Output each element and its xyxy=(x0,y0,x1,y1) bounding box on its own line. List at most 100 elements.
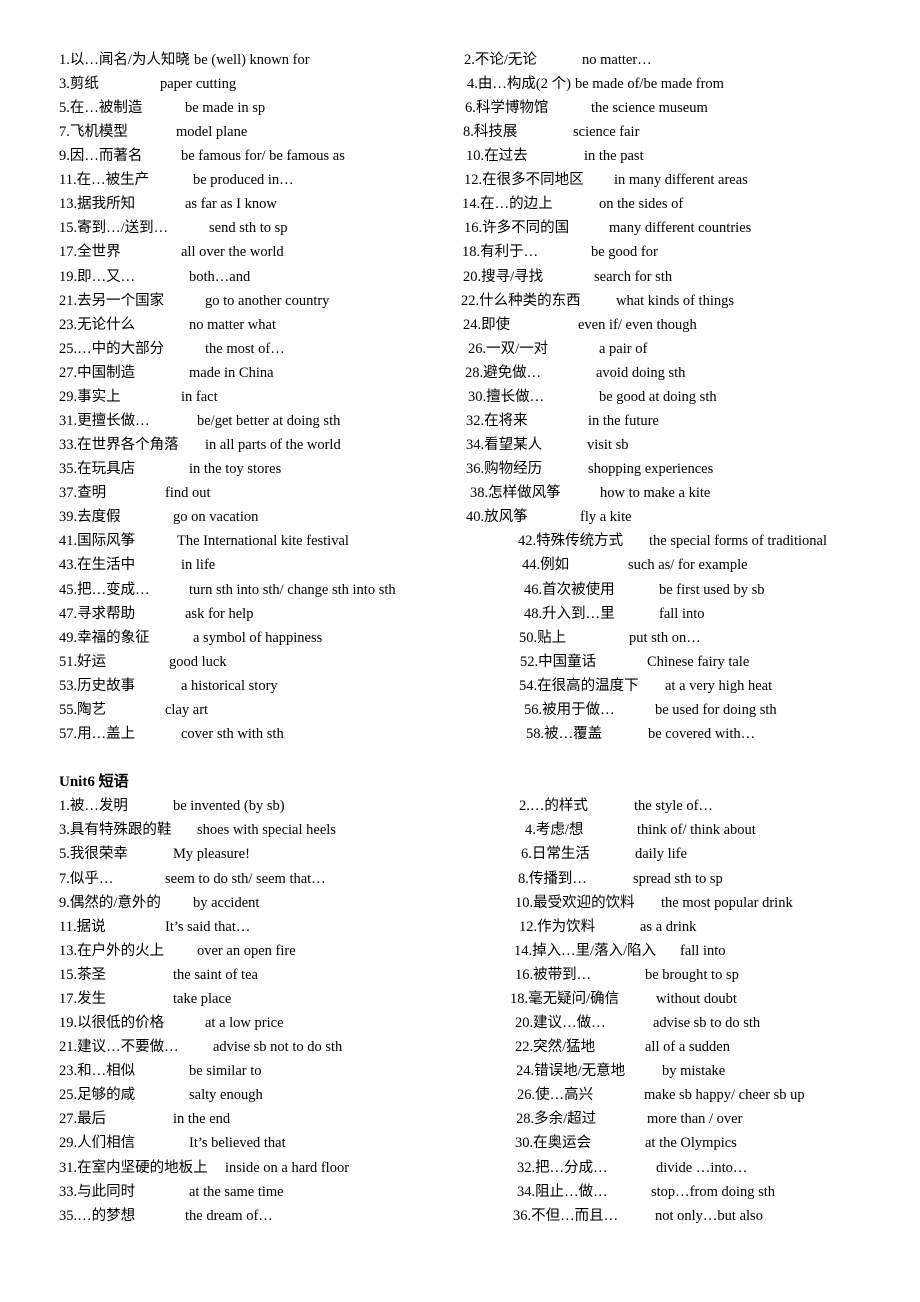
phrase-english: cover sth with sth xyxy=(181,726,284,742)
phrase-english: stop…from doing sth xyxy=(651,1184,776,1200)
phrase-english: find out xyxy=(165,485,211,501)
phrase-english: science fair xyxy=(573,124,640,140)
phrase-english: what kinds of things xyxy=(616,293,735,309)
phrase-english: be good at doing sth xyxy=(599,389,717,405)
phrase-english: fall into xyxy=(659,606,705,622)
phrase-english: be covered with… xyxy=(648,726,756,742)
phrase-chinese: 16.被带到… xyxy=(515,967,592,983)
phrase-chinese: 1.以…闻名/为人知晓 xyxy=(59,52,190,68)
phrase-chinese: 52.中国童话 xyxy=(520,654,597,670)
phrase-english: be first used by sb xyxy=(659,582,765,598)
phrase-english: all over the world xyxy=(181,244,284,260)
phrase-english: be made of/be made from xyxy=(575,76,724,92)
phrase-chinese: 13.在户外的火上 xyxy=(59,943,165,959)
phrase-chinese: 51.好运 xyxy=(59,654,107,670)
phrase-english: at a very high heat xyxy=(665,678,773,694)
phrase-english: turn sth into sth/ change sth into sth xyxy=(189,582,396,598)
phrase-english: at the Olympics xyxy=(645,1135,737,1151)
phrase-english: It’s believed that xyxy=(189,1135,286,1151)
phrase-english: as a drink xyxy=(640,919,697,935)
phrase-chinese: 22.突然/猛地 xyxy=(515,1039,596,1055)
phrase-chinese: 56.被用于做… xyxy=(524,702,615,718)
phrase-chinese: 38.怎样做风筝 xyxy=(470,485,561,501)
phrase-chinese: 12.作为饮料 xyxy=(519,919,596,935)
phrase-english: advise sb not to do sth xyxy=(213,1039,343,1055)
phrase-english: not only…but also xyxy=(655,1208,763,1224)
phrase-english: fly a kite xyxy=(580,509,632,525)
phrase-chinese: 10.在过去 xyxy=(466,148,528,164)
phrase-chinese: 6.科学博物馆 xyxy=(465,100,549,116)
phrase-chinese: 39.去度假 xyxy=(59,509,121,525)
phrase-english: be good for xyxy=(591,244,658,260)
phrase-chinese: 28.多余/超过 xyxy=(516,1111,597,1127)
phrase-english: no matter what xyxy=(189,317,276,333)
phrase-chinese: 8.传播到… xyxy=(518,871,587,887)
phrase-chinese: 20.搜寻/寻找 xyxy=(463,269,544,285)
document-page: 1.以…闻名/为人知晓 be (well) known for 2.不论/无论 no … xyxy=(0,0,920,1302)
phrase-english: think of/ think about xyxy=(637,822,756,838)
phrase-chinese: 9.因…而著名 xyxy=(59,148,143,164)
phrase-chinese: 13.据我所知 xyxy=(59,196,136,212)
phrase-chinese: 11.在…被生产 xyxy=(59,172,150,188)
phrase-chinese: 3.剪纸 xyxy=(59,76,99,92)
phrase-chinese: 40.放风筝 xyxy=(466,509,528,525)
phrase-english: in the end xyxy=(173,1111,231,1127)
phrase-english: at the same time xyxy=(189,1184,284,1200)
phrase-chinese: 49.幸福的象征 xyxy=(59,630,150,646)
phrase-english: clay art xyxy=(165,702,209,718)
phrase-chinese: 25.足够的咸 xyxy=(59,1087,136,1103)
phrase-chinese: 5.我很荣幸 xyxy=(59,846,128,862)
phrase-english: My pleasure! xyxy=(173,846,250,862)
phrase-chinese: 18.有利于… xyxy=(462,244,539,260)
phrase-chinese: 24.即使 xyxy=(463,317,511,333)
phrase-chinese: 44.例如 xyxy=(522,557,570,573)
phrase-chinese: 58.被…覆盖 xyxy=(526,726,603,742)
phrase-english: shoes with special heels xyxy=(197,822,336,838)
phrase-chinese: 37.查明 xyxy=(59,485,107,501)
phrase-chinese: 21.去另一个国家 xyxy=(59,293,165,309)
phrase-chinese: 42.特殊传统方式 xyxy=(518,533,624,549)
phrase-english: as far as I know xyxy=(185,196,277,212)
phrase-chinese: 48.升入到…里 xyxy=(524,606,615,622)
phrase-english: the most of… xyxy=(205,341,285,357)
phrase-chinese: 33.在世界各个角落 xyxy=(59,437,179,453)
phrase-english: all of a sudden xyxy=(645,1039,730,1055)
phrase-english: in the toy stores xyxy=(189,461,282,477)
phrase-english: visit sb xyxy=(587,437,629,453)
phrase-chinese: 17.发生 xyxy=(59,991,107,1007)
phrase-english: daily life xyxy=(635,846,687,862)
phrase-english: in the past xyxy=(584,148,644,164)
phrase-english: no matter… xyxy=(582,52,652,68)
phrase-english: The International kite festival xyxy=(177,533,349,549)
phrase-chinese: 41.国际风筝 xyxy=(59,533,136,549)
phrase-english: many different countries xyxy=(609,220,752,236)
phrase-english: be famous for/ be famous as xyxy=(181,148,345,164)
phrase-chinese: 7.似乎… xyxy=(59,871,114,887)
phrase-chinese: 26.使…高兴 xyxy=(517,1087,594,1103)
phrase-english: be produced in… xyxy=(193,172,294,188)
phrase-english: spread sth to sp xyxy=(633,871,723,887)
phrase-chinese: 6.日常生活 xyxy=(521,846,590,862)
phrase-english: such as/ for example xyxy=(628,557,748,573)
phrase-chinese: 22.什么种类的东西 xyxy=(461,293,581,309)
phrase-chinese: 23.和…相似 xyxy=(59,1063,136,1079)
phrase-chinese: 19.即…又… xyxy=(59,269,136,285)
phrase-english: ask for help xyxy=(185,606,254,622)
phrase-chinese: 54.在很高的温度下 xyxy=(519,678,639,694)
phrase-english: the saint of tea xyxy=(173,967,258,983)
phrase-chinese: 3.具有特殊跟的鞋 xyxy=(59,822,172,838)
phrase-chinese: 17.全世界 xyxy=(59,244,121,260)
phrase-chinese: 45.把…变成… xyxy=(59,582,150,598)
phrase-english: go to another country xyxy=(205,293,330,309)
phrase-chinese: 10.最受欢迎的饮料 xyxy=(515,895,635,911)
phrase-chinese: 34.看望某人 xyxy=(466,437,543,453)
phrase-english: the dream of… xyxy=(185,1208,273,1224)
phrase-chinese: 34.阻止…做… xyxy=(517,1184,608,1200)
phrase-chinese: 32.把…分成… xyxy=(517,1160,608,1176)
phrase-chinese: 31.更擅长做… xyxy=(59,413,150,429)
phrase-chinese: 55.陶艺 xyxy=(59,702,107,718)
phrase-english: how to make a kite xyxy=(600,485,711,501)
phrase-english: in all parts of the world xyxy=(205,437,341,453)
phrase-chinese: 4.考虑/想 xyxy=(525,822,584,838)
phrase-english: in life xyxy=(181,557,216,573)
